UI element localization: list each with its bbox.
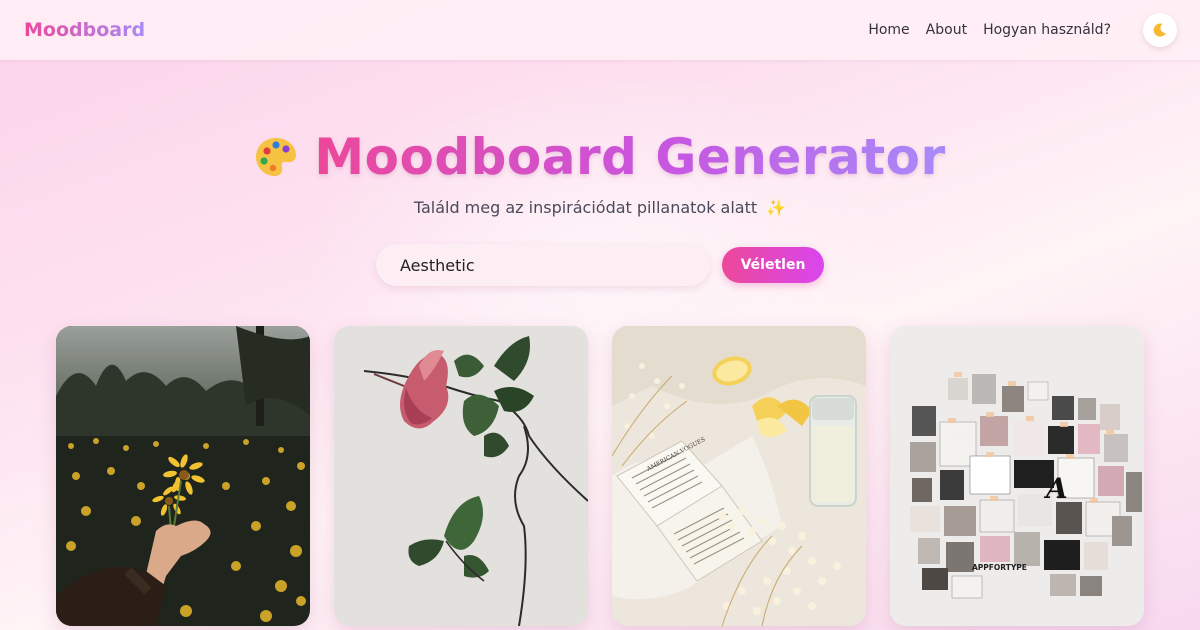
image-gallery: AMERICAN VOGUES A APPFORTYPE [56, 326, 1144, 626]
sparkles-icon: ✨ [766, 198, 787, 217]
yellow-daisies-field-photo [56, 326, 310, 626]
hero-title-row: Moodboard Generator [0, 128, 1200, 186]
search-input[interactable] [376, 244, 710, 286]
page-title: Moodboard Generator [314, 128, 946, 186]
hibiscus-flower-photo [334, 326, 588, 626]
search-row: Véletlen [376, 244, 824, 286]
navbar: Moodboard Home About Hogyan használd? [0, 0, 1200, 60]
app-logo[interactable]: Moodboard [24, 19, 145, 41]
palette-icon [256, 138, 297, 176]
image-card-hibiscus[interactable] [334, 326, 588, 626]
nav-link-home[interactable]: Home [868, 22, 909, 38]
nav-menu: Home About Hogyan használd? [852, 13, 1177, 47]
image-card-book-lemons[interactable]: AMERICAN VOGUES [612, 326, 866, 626]
theme-toggle-button[interactable] [1143, 13, 1177, 47]
moon-icon [1153, 23, 1166, 37]
subtitle-text: Találd meg az inspirációdat pillanatok a… [413, 198, 758, 217]
wall-collage-photo: A APPFORTYPE [890, 326, 1144, 626]
image-card-daisies[interactable] [56, 326, 310, 626]
book-lemons-flowers-photo: AMERICAN VOGUES [612, 326, 866, 626]
page-subtitle: Találd meg az inspirációdat pillanatok a… [0, 198, 1200, 217]
nav-link-about[interactable]: About [926, 22, 967, 38]
collage-letter-text: A [1043, 472, 1068, 505]
image-card-collage[interactable]: A APPFORTYPE [890, 326, 1144, 626]
random-button[interactable]: Véletlen [722, 247, 824, 283]
nav-link-how-to-use[interactable]: Hogyan használd? [983, 22, 1111, 38]
collage-label-text: APPFORTYPE [972, 563, 1027, 572]
